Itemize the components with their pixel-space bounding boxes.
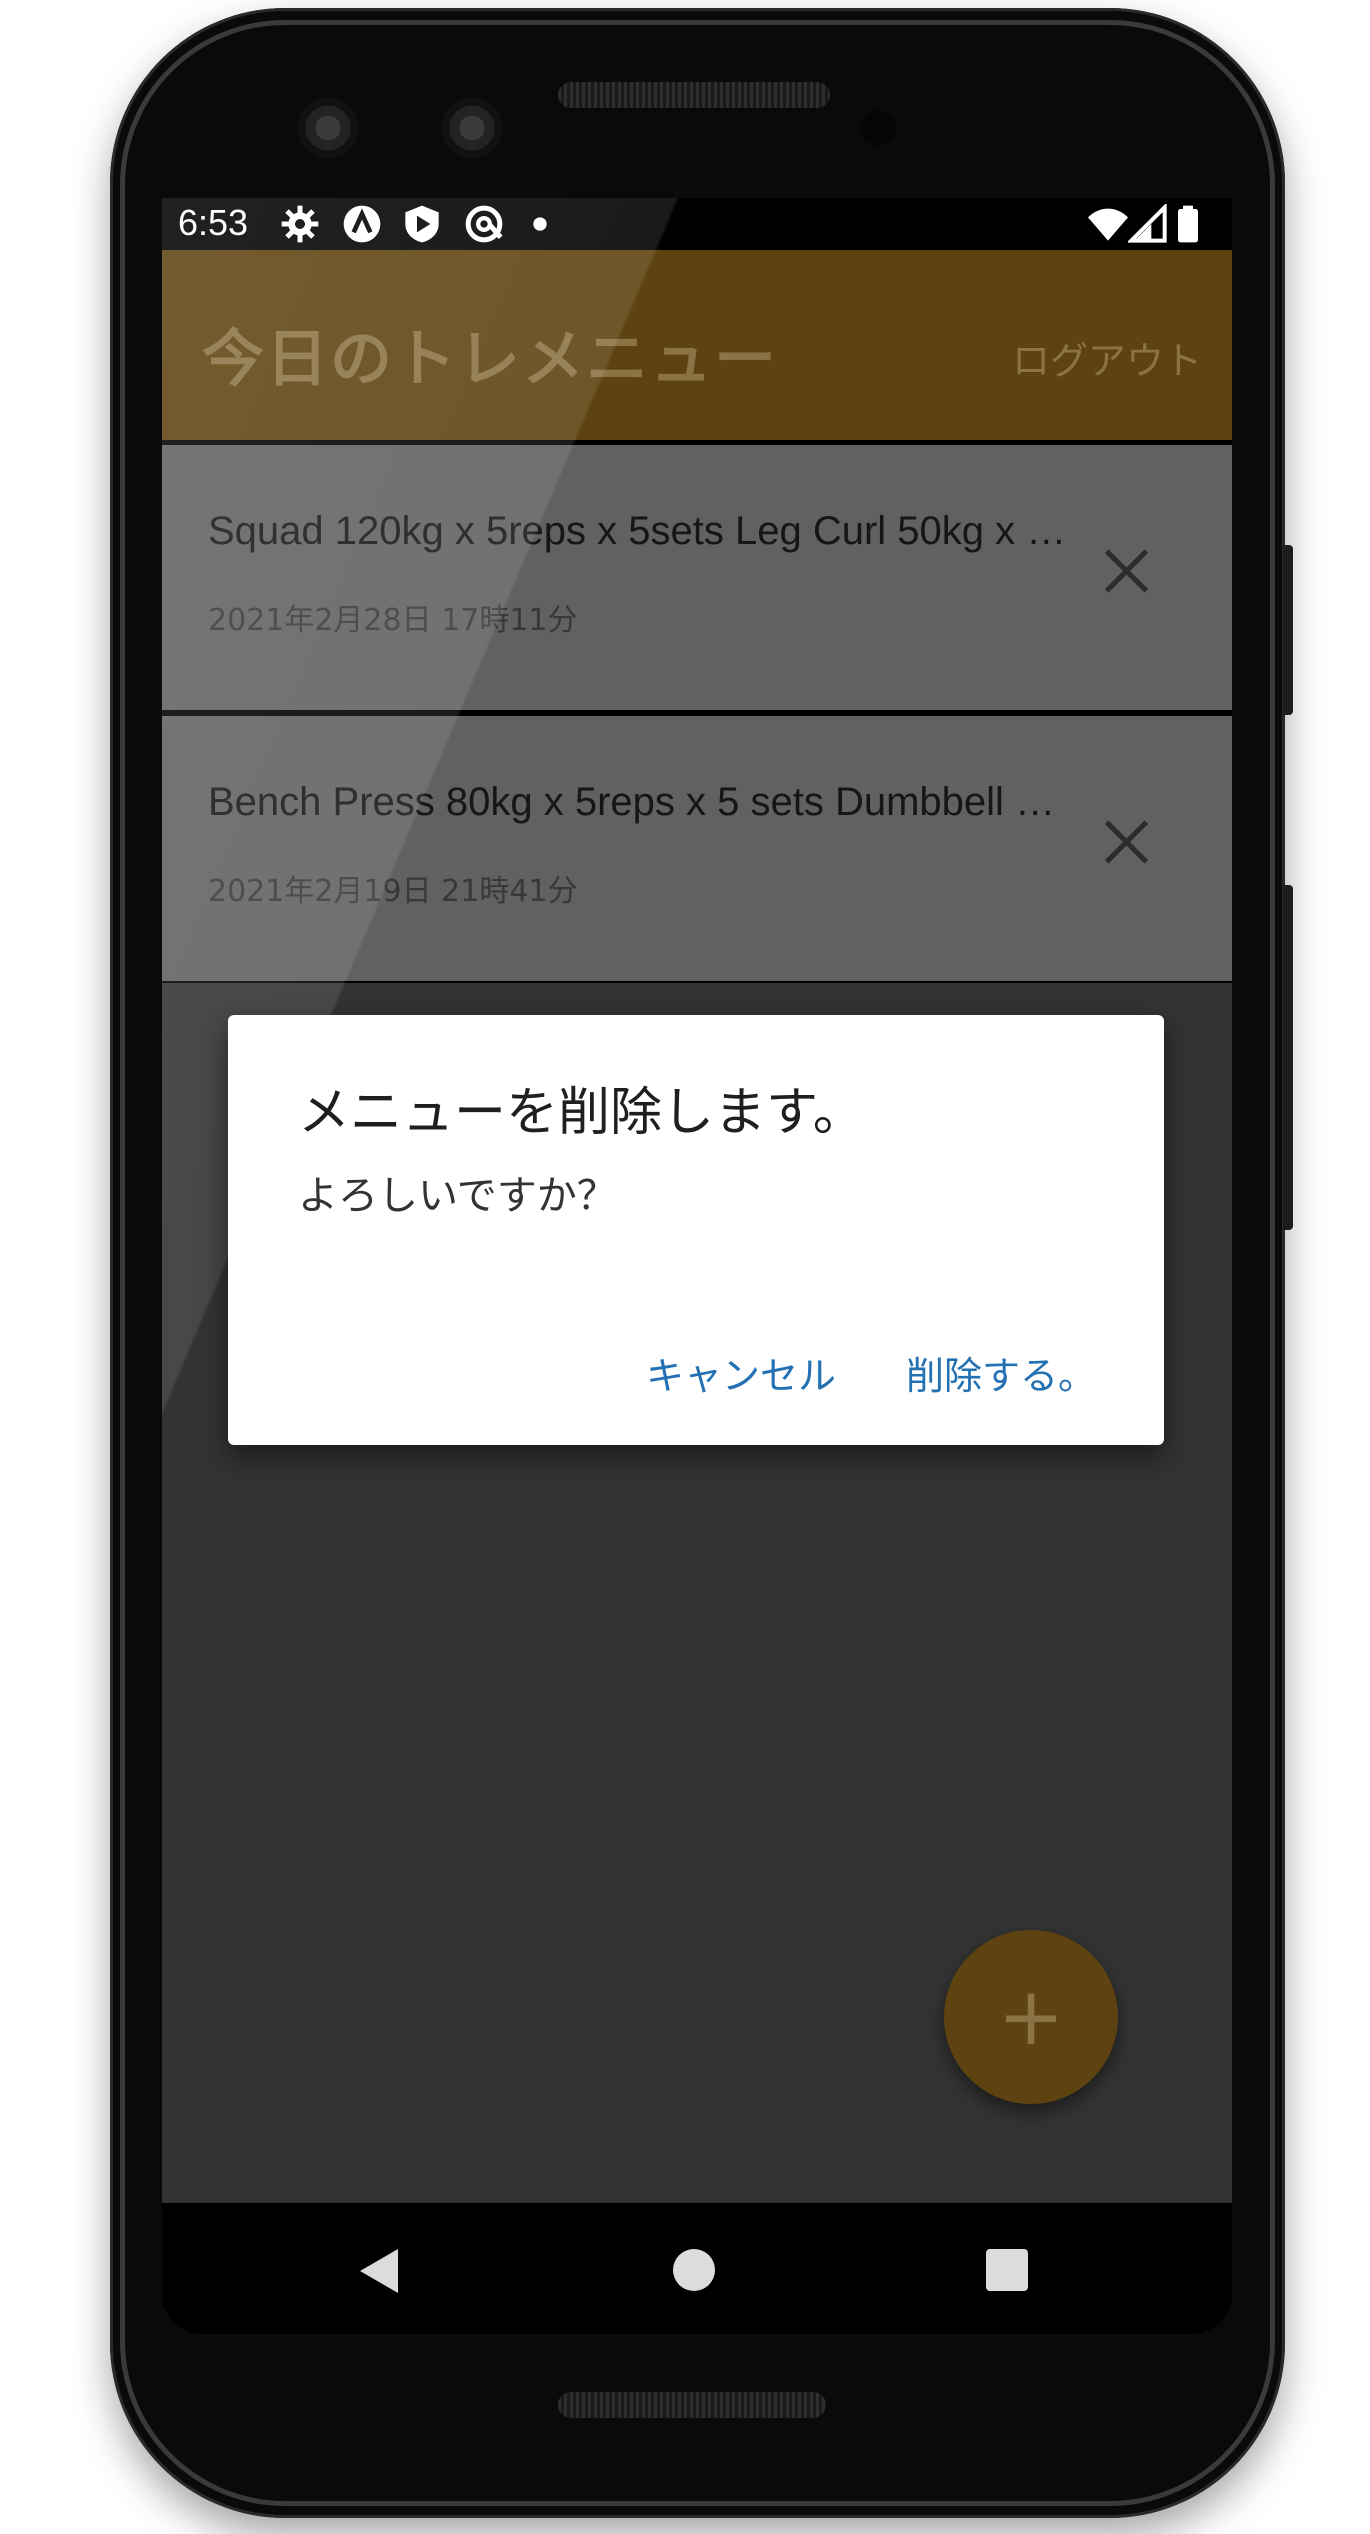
logout-button[interactable]: ログアウト xyxy=(1012,330,1202,385)
dot-icon xyxy=(533,217,547,231)
proximity-sensor xyxy=(860,110,896,146)
app-bar: 今日のトレメニュー ログアウト xyxy=(162,250,1232,440)
add-menu-button[interactable]: + xyxy=(944,1930,1118,2104)
front-camera-2-icon xyxy=(442,98,502,158)
home-icon[interactable] xyxy=(673,2249,715,2291)
app-title: 今日のトレメニュー xyxy=(202,322,779,395)
wifi-icon xyxy=(1088,208,1128,241)
signal-icon xyxy=(1128,204,1167,243)
battery-icon xyxy=(1178,205,1198,243)
cancel-button[interactable]: キャンセル xyxy=(646,1345,836,1400)
close-icon[interactable] xyxy=(1102,816,1152,866)
play-shield-icon xyxy=(405,205,439,243)
settings-icon xyxy=(281,205,319,243)
at-sync-icon xyxy=(465,205,503,243)
close-icon[interactable] xyxy=(1102,545,1152,595)
delete-dialog: メニューを削除します。 よろしいですか？ キャンセル 削除する。 xyxy=(228,1015,1164,1445)
delete-button[interactable]: 削除する。 xyxy=(906,1345,1096,1400)
list-item[interactable]: Bench Press 80kg x 5reps x 5 sets Dumbbe… xyxy=(162,716,1232,981)
menu-title: Squad 120kg x 5reps x 5sets Leg Curl 50k… xyxy=(208,509,1068,553)
bottom-speaker xyxy=(558,2392,826,2418)
list-item[interactable]: Squad 120kg x 5reps x 5sets Leg Curl 50k… xyxy=(162,445,1232,710)
back-icon[interactable] xyxy=(360,2249,398,2293)
volume-button xyxy=(1283,885,1293,1230)
dialog-title: メニューを削除します。 xyxy=(298,1083,865,1143)
power-button xyxy=(1283,545,1293,715)
recent-apps-icon[interactable] xyxy=(986,2249,1028,2291)
navigation-bar xyxy=(162,2203,1232,2334)
menu-date: 2021年2月28日 17時11分 xyxy=(208,603,578,638)
status-bar: 6:53 xyxy=(162,198,1232,250)
front-camera-icon xyxy=(298,98,358,158)
status-time: 6:53 xyxy=(178,202,249,243)
top-speaker xyxy=(558,82,830,108)
app-a-icon xyxy=(343,205,381,243)
dialog-message: よろしいですか？ xyxy=(298,1173,617,1219)
menu-date: 2021年2月19日 21時41分 xyxy=(208,874,578,909)
menu-title: Bench Press 80kg x 5reps x 5 sets Dumbbe… xyxy=(208,780,1068,824)
